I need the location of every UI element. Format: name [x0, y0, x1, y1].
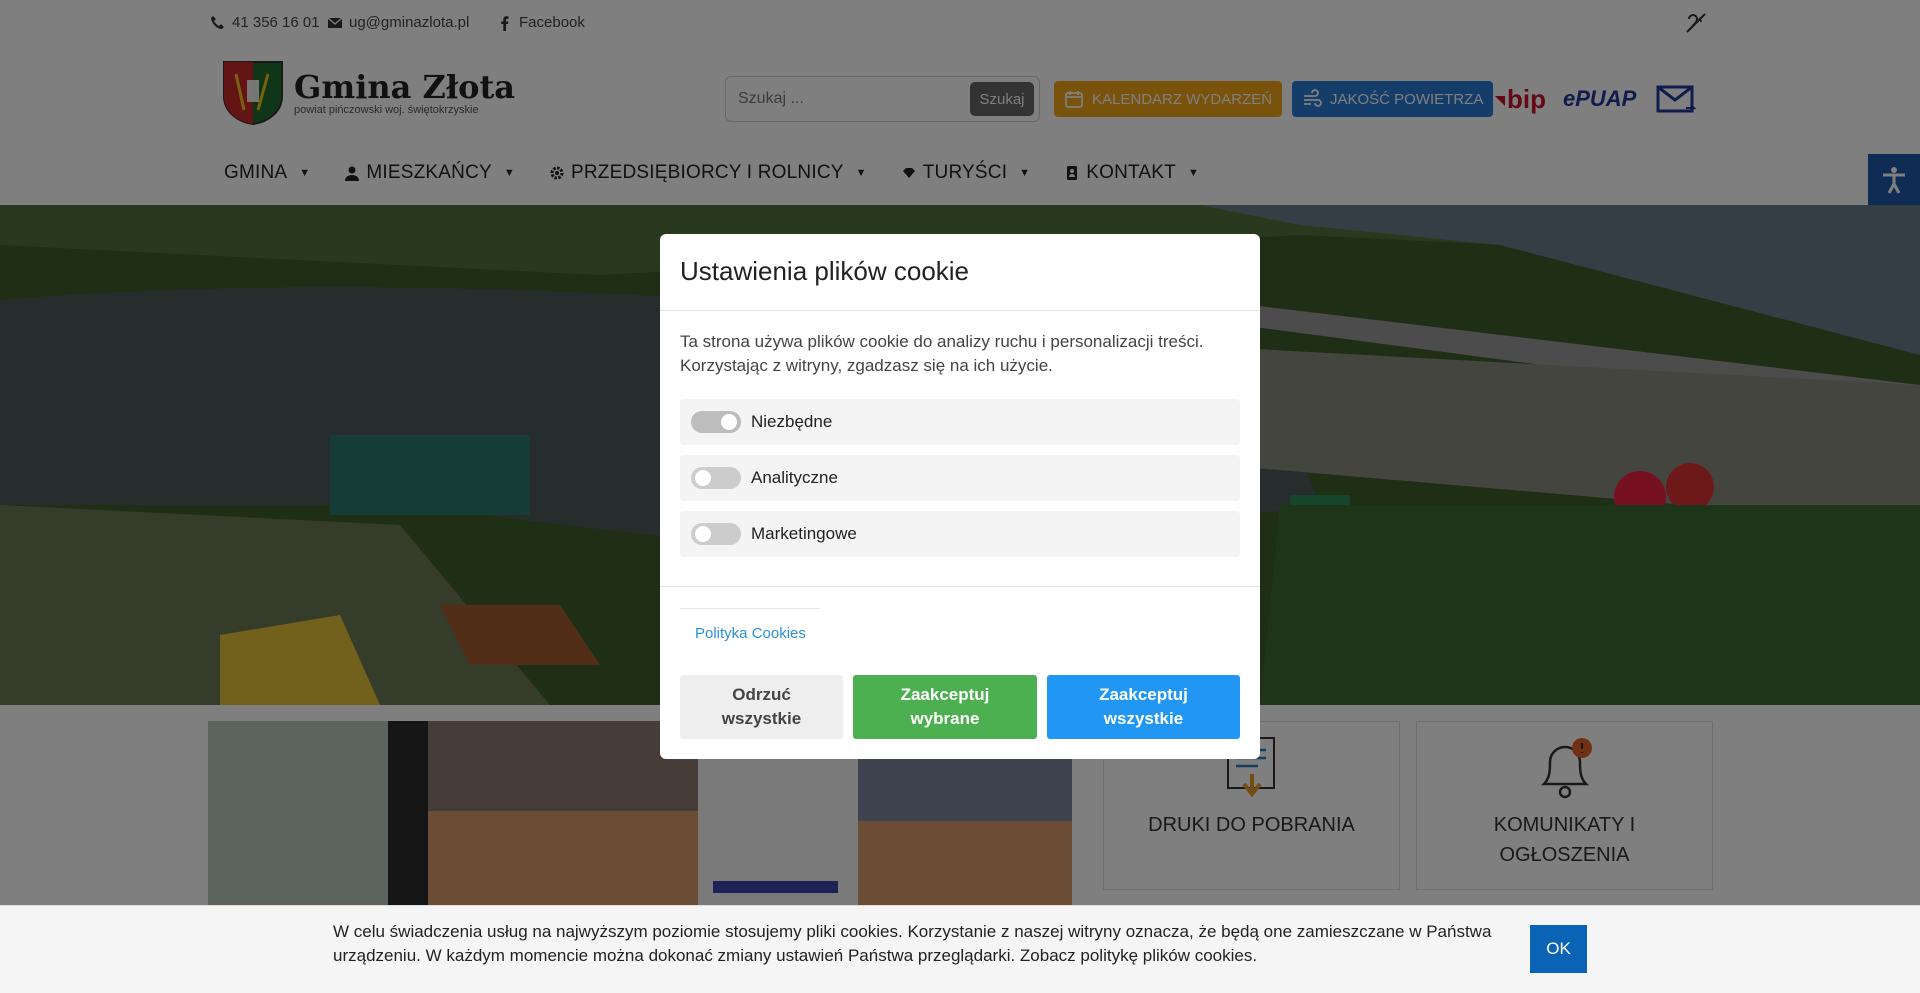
divider [680, 608, 820, 609]
reject-all-button[interactable]: Odrzuć wszystkie [680, 675, 843, 739]
toggle-analityczne[interactable] [691, 467, 741, 489]
option-analityczne: Analityczne [680, 455, 1240, 501]
reject-line1: Odrzuć [732, 685, 791, 704]
option-label: Marketingowe [751, 524, 857, 543]
accept-selected-line2: wybrane [910, 709, 980, 728]
cookie-ok-button[interactable]: OK [1530, 925, 1587, 973]
cookie-notice-text: W celu świadczenia usług na najwyższym p… [333, 922, 1492, 965]
toggle-niezbedne[interactable] [691, 411, 741, 433]
divider [660, 310, 1260, 311]
divider [660, 586, 1260, 587]
dialog-title: Ustawienia plików cookie [680, 256, 970, 286]
accept-selected-button[interactable]: Zaakceptuj wybrane [853, 675, 1037, 739]
option-label: Analityczne [751, 468, 838, 487]
option-label: Niezbędne [751, 412, 833, 431]
cookie-settings-dialog: Ustawienia plików cookie Ta strona używa… [660, 234, 1260, 759]
cookie-policy-link[interactable]: Polityka Cookies [695, 625, 806, 642]
accept-all-line2: wszystkie [1103, 709, 1184, 728]
toggle-marketingowe[interactable] [691, 523, 741, 545]
reject-line2: wszystkie [721, 709, 802, 728]
option-niezbedne: Niezbędne [680, 399, 1240, 445]
accept-all-button[interactable]: Zaakceptuj wszystkie [1047, 675, 1240, 739]
dialog-description: Ta strona używa plików cookie do analizy… [680, 332, 1204, 375]
accept-selected-line1: Zaakceptuj [900, 685, 990, 704]
option-marketingowe: Marketingowe [680, 511, 1240, 557]
accept-all-line1: Zaakceptuj [1099, 685, 1188, 704]
